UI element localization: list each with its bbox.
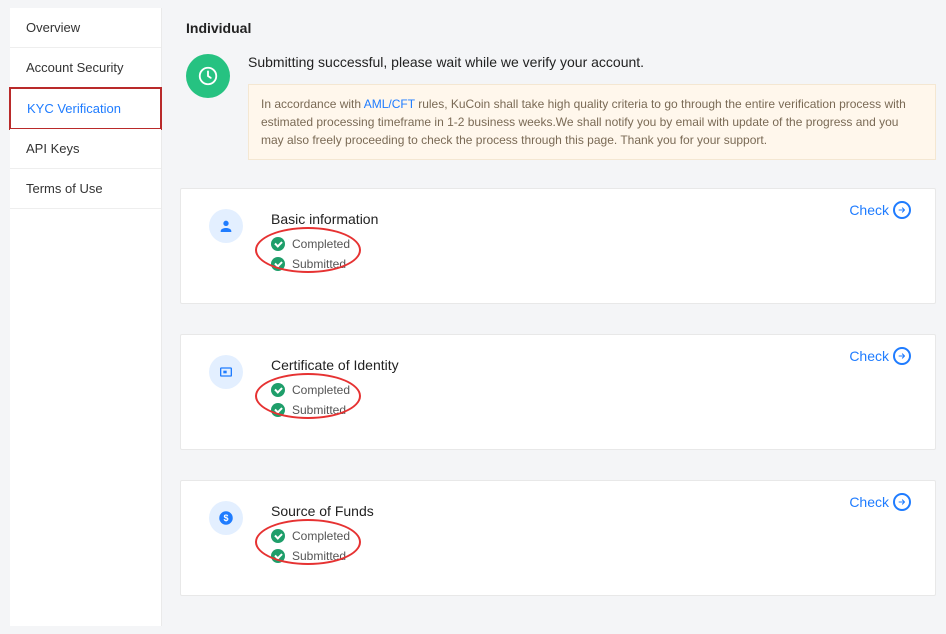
status-label: Submitted (292, 403, 346, 417)
check-icon (271, 529, 285, 543)
clock-icon (186, 54, 230, 98)
check-icon (271, 403, 285, 417)
check-button[interactable]: Check (849, 201, 911, 219)
kyc-card-certificate-identity: Certificate of Identity Completed Submit… (180, 334, 936, 450)
dollar-icon: $ (209, 501, 243, 535)
sidebar-item-label: Terms of Use (26, 181, 103, 196)
sidebar-item-kyc-verification[interactable]: KYC Verification (9, 87, 162, 130)
card-title: Source of Funds (271, 503, 911, 519)
status-completed: Completed (271, 383, 911, 397)
notice-text-prefix: In accordance with (261, 97, 364, 111)
arrow-right-icon (893, 347, 911, 365)
svg-text:$: $ (223, 513, 228, 523)
status-label: Submitted (292, 549, 346, 563)
status-completed: Completed (271, 529, 911, 543)
sidebar: Overview Account Security KYC Verificati… (10, 8, 162, 626)
check-button[interactable]: Check (849, 493, 911, 511)
sidebar-item-label: API Keys (26, 141, 79, 156)
page-title: Individual (180, 8, 936, 54)
notice-box: In accordance with AML/CFT rules, KuCoin… (248, 84, 936, 160)
status-label: Completed (292, 383, 350, 397)
id-card-icon (209, 355, 243, 389)
sidebar-item-api-keys[interactable]: API Keys (10, 129, 161, 169)
check-icon (271, 383, 285, 397)
check-label: Check (849, 494, 889, 510)
check-button[interactable]: Check (849, 347, 911, 365)
status-label: Submitted (292, 257, 346, 271)
sidebar-item-account-security[interactable]: Account Security (10, 48, 161, 88)
card-title: Basic information (271, 211, 911, 227)
sidebar-item-overview[interactable]: Overview (10, 8, 161, 48)
check-icon (271, 257, 285, 271)
check-label: Check (849, 348, 889, 364)
sidebar-item-label: Overview (26, 20, 80, 35)
check-label: Check (849, 202, 889, 218)
check-icon (271, 237, 285, 251)
sidebar-item-label: KYC Verification (27, 101, 121, 116)
check-icon (271, 549, 285, 563)
status-label: Completed (292, 237, 350, 251)
status-submitted: Submitted (271, 549, 911, 563)
arrow-right-icon (893, 201, 911, 219)
status-banner: Submitting successful, please wait while… (180, 54, 936, 160)
sidebar-item-terms-of-use[interactable]: Terms of Use (10, 169, 161, 209)
person-icon (209, 209, 243, 243)
aml-cft-link[interactable]: AML/CFT (364, 97, 415, 111)
status-label: Completed (292, 529, 350, 543)
kyc-card-basic-information: Basic information Completed Submitted Ch… (180, 188, 936, 304)
card-title: Certificate of Identity (271, 357, 911, 373)
sidebar-item-label: Account Security (26, 60, 124, 75)
status-submitted: Submitted (271, 257, 911, 271)
banner-heading: Submitting successful, please wait while… (248, 54, 936, 70)
main-content: Individual Submitting successful, please… (180, 8, 936, 626)
arrow-right-icon (893, 493, 911, 511)
status-completed: Completed (271, 237, 911, 251)
status-submitted: Submitted (271, 403, 911, 417)
kyc-card-source-of-funds: $ Source of Funds Completed Submitted Ch… (180, 480, 936, 596)
